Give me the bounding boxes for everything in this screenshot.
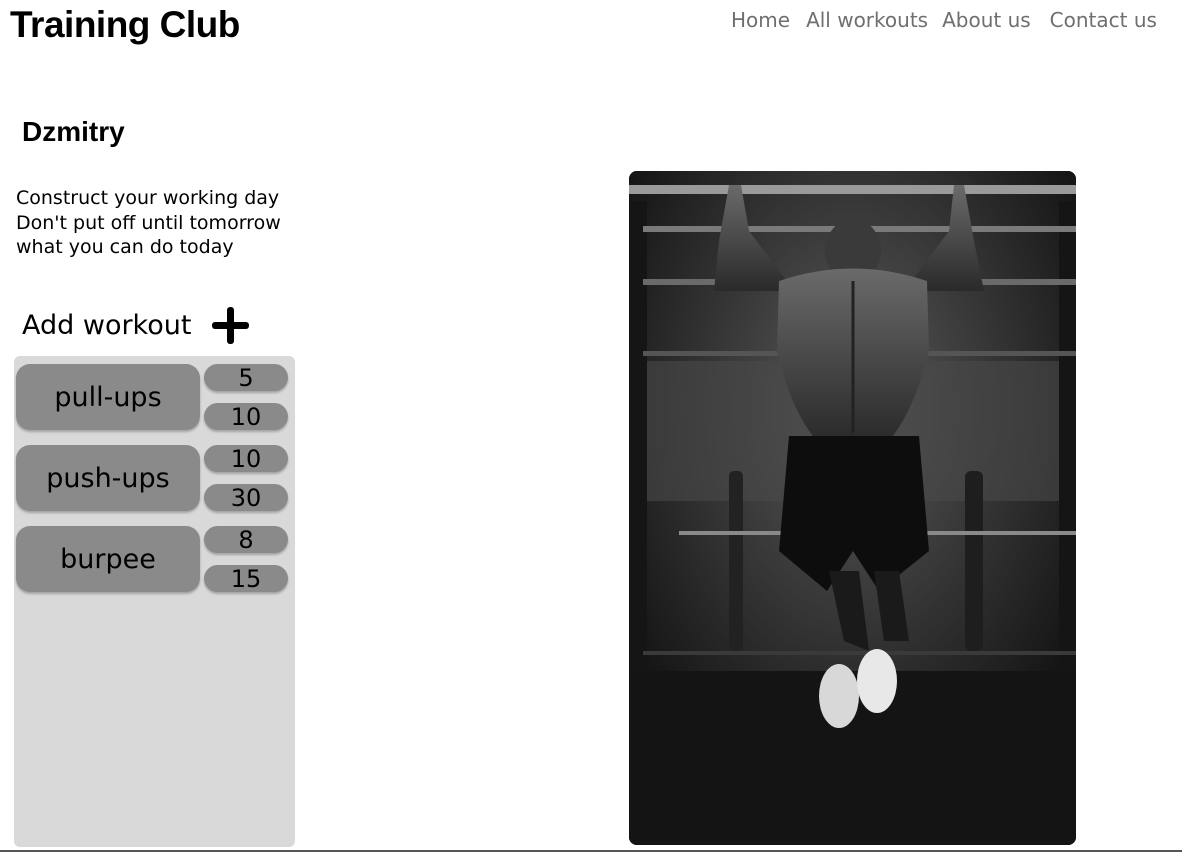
- workout-reps[interactable]: 30: [204, 484, 288, 512]
- pull-up-athlete-image: [629, 171, 1076, 845]
- hero-photo: [629, 171, 1076, 845]
- add-workout-label: Add workout: [22, 309, 192, 341]
- user-name: Dzmitry: [22, 116, 125, 147]
- nav-contact-link[interactable]: Contact us: [1050, 8, 1157, 32]
- workout-list: pull-ups 5 10 push-ups 10 30 burpee 8 15: [14, 356, 295, 847]
- nav-about-link[interactable]: About us: [942, 8, 1031, 32]
- quote-line: Don't put off until tomorrow: [16, 211, 281, 234]
- nav-home-link[interactable]: Home: [731, 8, 790, 32]
- workout-sets[interactable]: 5: [204, 364, 288, 392]
- workout-item[interactable]: pull-ups 5 10: [16, 364, 288, 431]
- workout-sets[interactable]: 10: [204, 445, 288, 473]
- workout-reps[interactable]: 10: [204, 403, 288, 431]
- site-logo[interactable]: Training Club: [10, 4, 240, 46]
- workout-name[interactable]: push-ups: [16, 445, 200, 511]
- workout-sets[interactable]: 8: [204, 526, 288, 554]
- workout-reps[interactable]: 15: [204, 565, 288, 593]
- workout-item[interactable]: push-ups 10 30: [16, 445, 288, 512]
- quote-line: what you can do today: [16, 236, 234, 258]
- workout-name[interactable]: burpee: [16, 526, 200, 592]
- main-nav: Home All workouts About us Contact us: [731, 8, 1157, 32]
- workout-name[interactable]: pull-ups: [16, 364, 200, 430]
- quote-line: Construct your working day: [16, 187, 280, 209]
- plus-icon[interactable]: [211, 306, 250, 344]
- workout-item[interactable]: burpee 8 15: [16, 526, 288, 593]
- nav-all-workouts-link[interactable]: All workouts: [806, 8, 928, 32]
- motivation-quote: Construct your working day Don't put off…: [16, 186, 281, 260]
- add-workout-row: Add workout: [22, 306, 250, 344]
